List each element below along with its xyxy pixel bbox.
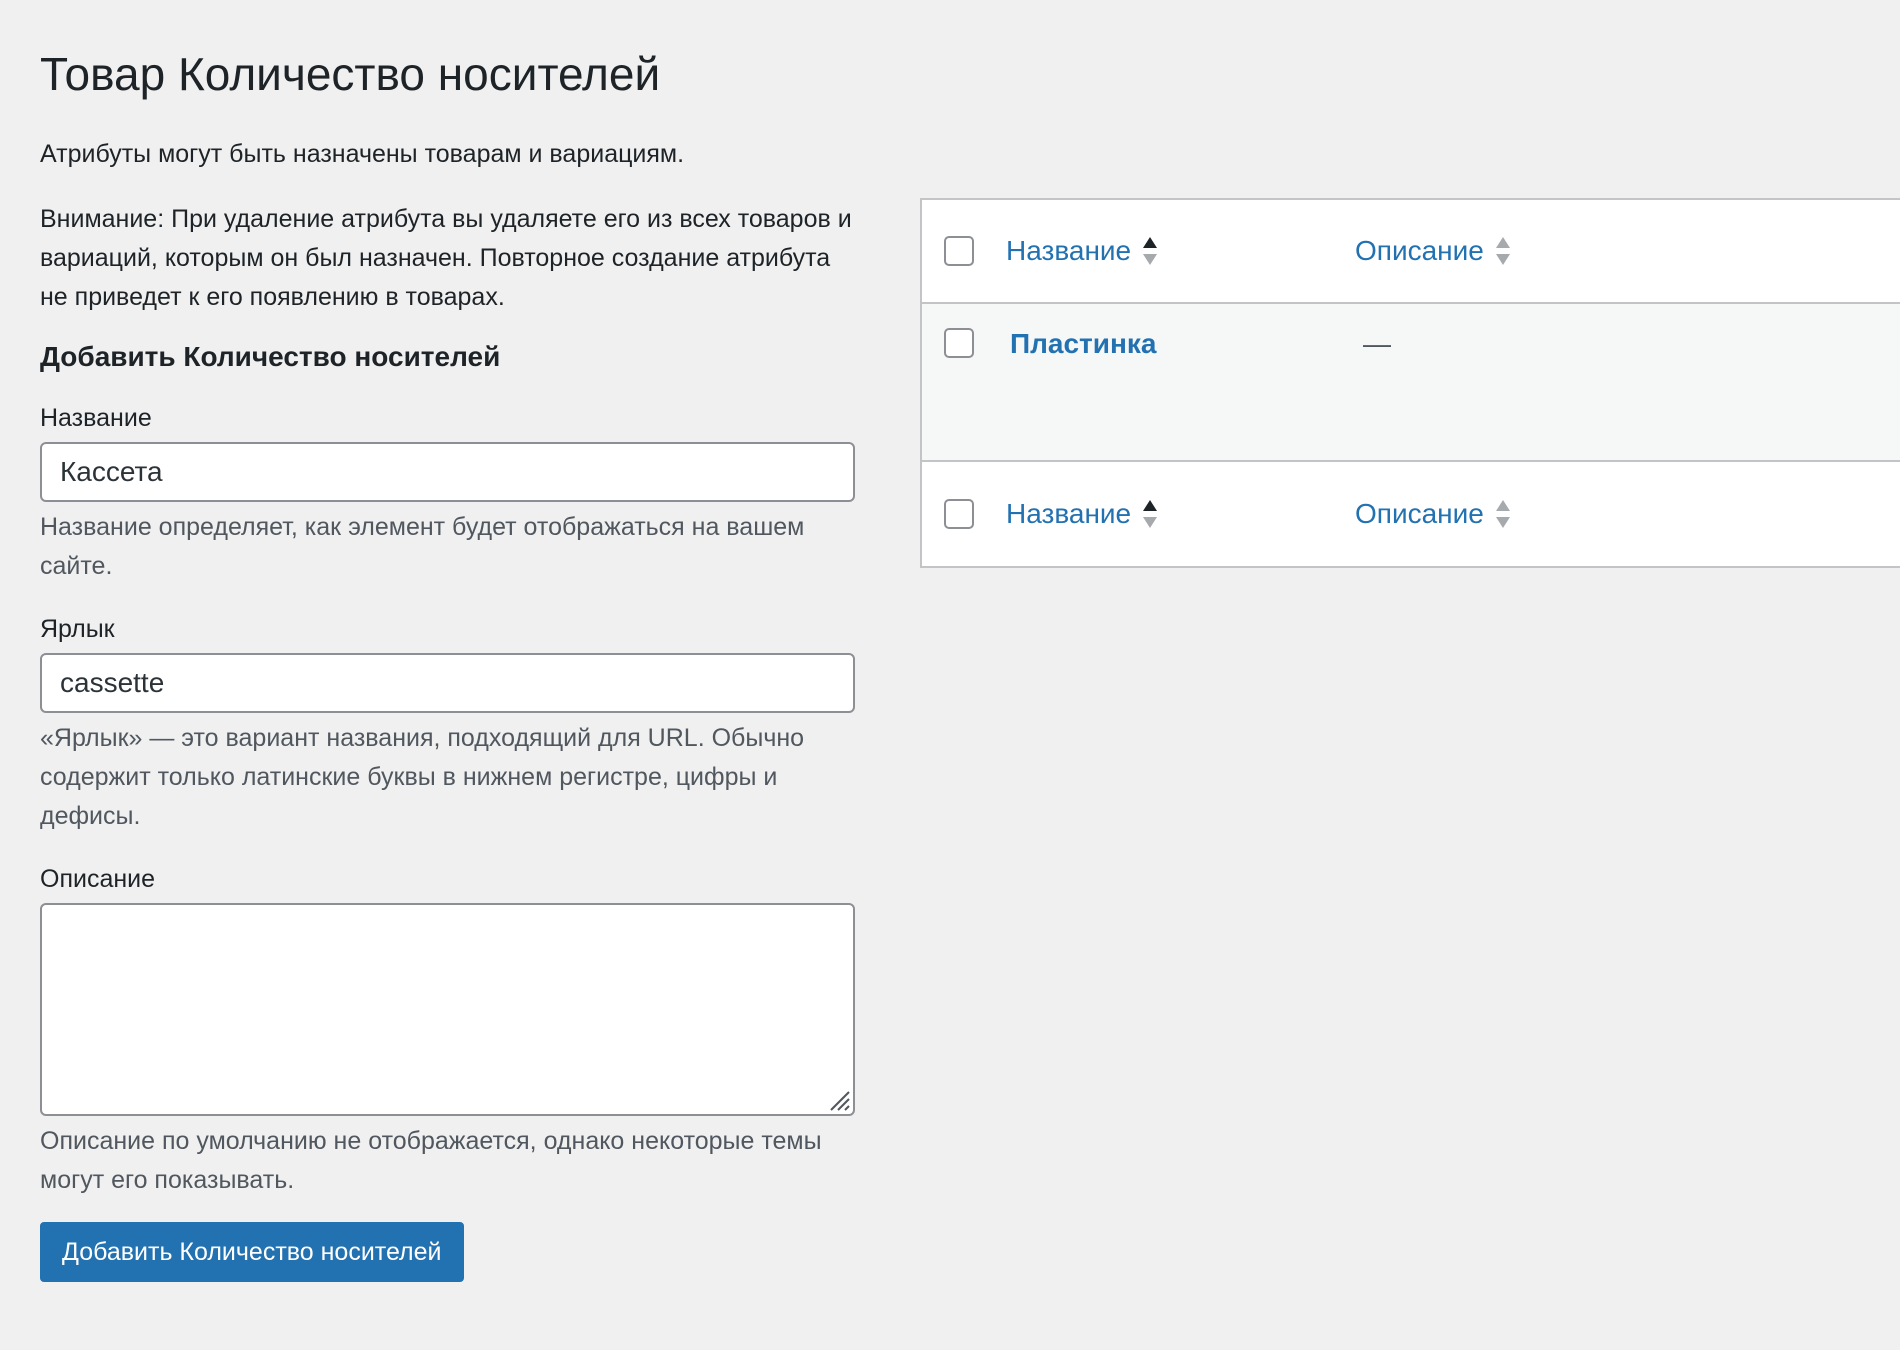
- resize-grip-icon[interactable]: [825, 1086, 851, 1112]
- intro-text: Атрибуты могут быть назначены товарам и …: [40, 140, 685, 168]
- column-header-name[interactable]: Название: [1006, 233, 1159, 269]
- description-field-group: Описание Описание по умолчанию не отобра…: [40, 862, 855, 1200]
- sort-by-name-link-footer[interactable]: Название: [1006, 496, 1131, 532]
- name-help-text: Название определяет, как элемент будет о…: [40, 513, 805, 580]
- sort-icon: [1495, 500, 1510, 528]
- warning-text: Внимание: При удаление атрибута вы удаля…: [40, 205, 852, 311]
- description-textarea[interactable]: [40, 903, 855, 1116]
- terms-table: Название Описание Пластинка — Название О…: [920, 198, 1900, 568]
- slug-input[interactable]: [40, 653, 855, 713]
- select-all-checkbox-footer[interactable]: [944, 499, 974, 529]
- select-all-checkbox[interactable]: [944, 236, 974, 266]
- description-textarea-wrap: [40, 903, 855, 1116]
- description-label: Описание: [40, 865, 156, 893]
- content-area: Товар Количество носителей Атрибуты могу…: [40, 0, 1900, 1350]
- description-help-text: Описание по умолчанию не отображается, о…: [40, 1127, 822, 1194]
- column-footer-description[interactable]: Описание: [1355, 496, 1512, 532]
- add-term-button[interactable]: Добавить Количество носителей: [40, 1222, 464, 1282]
- row-checkbox[interactable]: [944, 328, 974, 358]
- name-field-group: Название Название определяет, как элемен…: [40, 401, 855, 586]
- name-label: Название: [40, 404, 152, 432]
- term-description: —: [1363, 328, 1391, 359]
- term-name-link[interactable]: Пластинка: [1010, 326, 1156, 362]
- slug-label: Ярлык: [40, 615, 115, 643]
- sort-by-name-link[interactable]: Название: [1006, 233, 1131, 269]
- slug-field-group: Ярлык «Ярлык» — это вариант названия, по…: [40, 612, 855, 836]
- sort-asc-icon: [1143, 237, 1158, 265]
- sort-by-description-link-footer[interactable]: Описание: [1355, 496, 1484, 532]
- sort-asc-icon: [1143, 500, 1158, 528]
- column-footer-name[interactable]: Название: [1006, 496, 1159, 532]
- name-input[interactable]: [40, 442, 855, 502]
- sort-icon: [1495, 237, 1510, 265]
- table-footer-row: Название Описание: [922, 460, 1900, 566]
- sort-by-description-link[interactable]: Описание: [1355, 233, 1484, 269]
- column-header-description[interactable]: Описание: [1355, 233, 1512, 269]
- form-title: Добавить Количество носителей: [40, 341, 501, 372]
- page-title: Товар Количество носителей: [40, 48, 661, 100]
- add-term-column: Атрибуты могут быть назначены товарам и …: [40, 135, 855, 1282]
- table-header-row: Название Описание: [922, 200, 1900, 304]
- slug-help-text: «Ярлык» — это вариант названия, подходящ…: [40, 724, 805, 830]
- table-row: Пластинка —: [922, 304, 1900, 460]
